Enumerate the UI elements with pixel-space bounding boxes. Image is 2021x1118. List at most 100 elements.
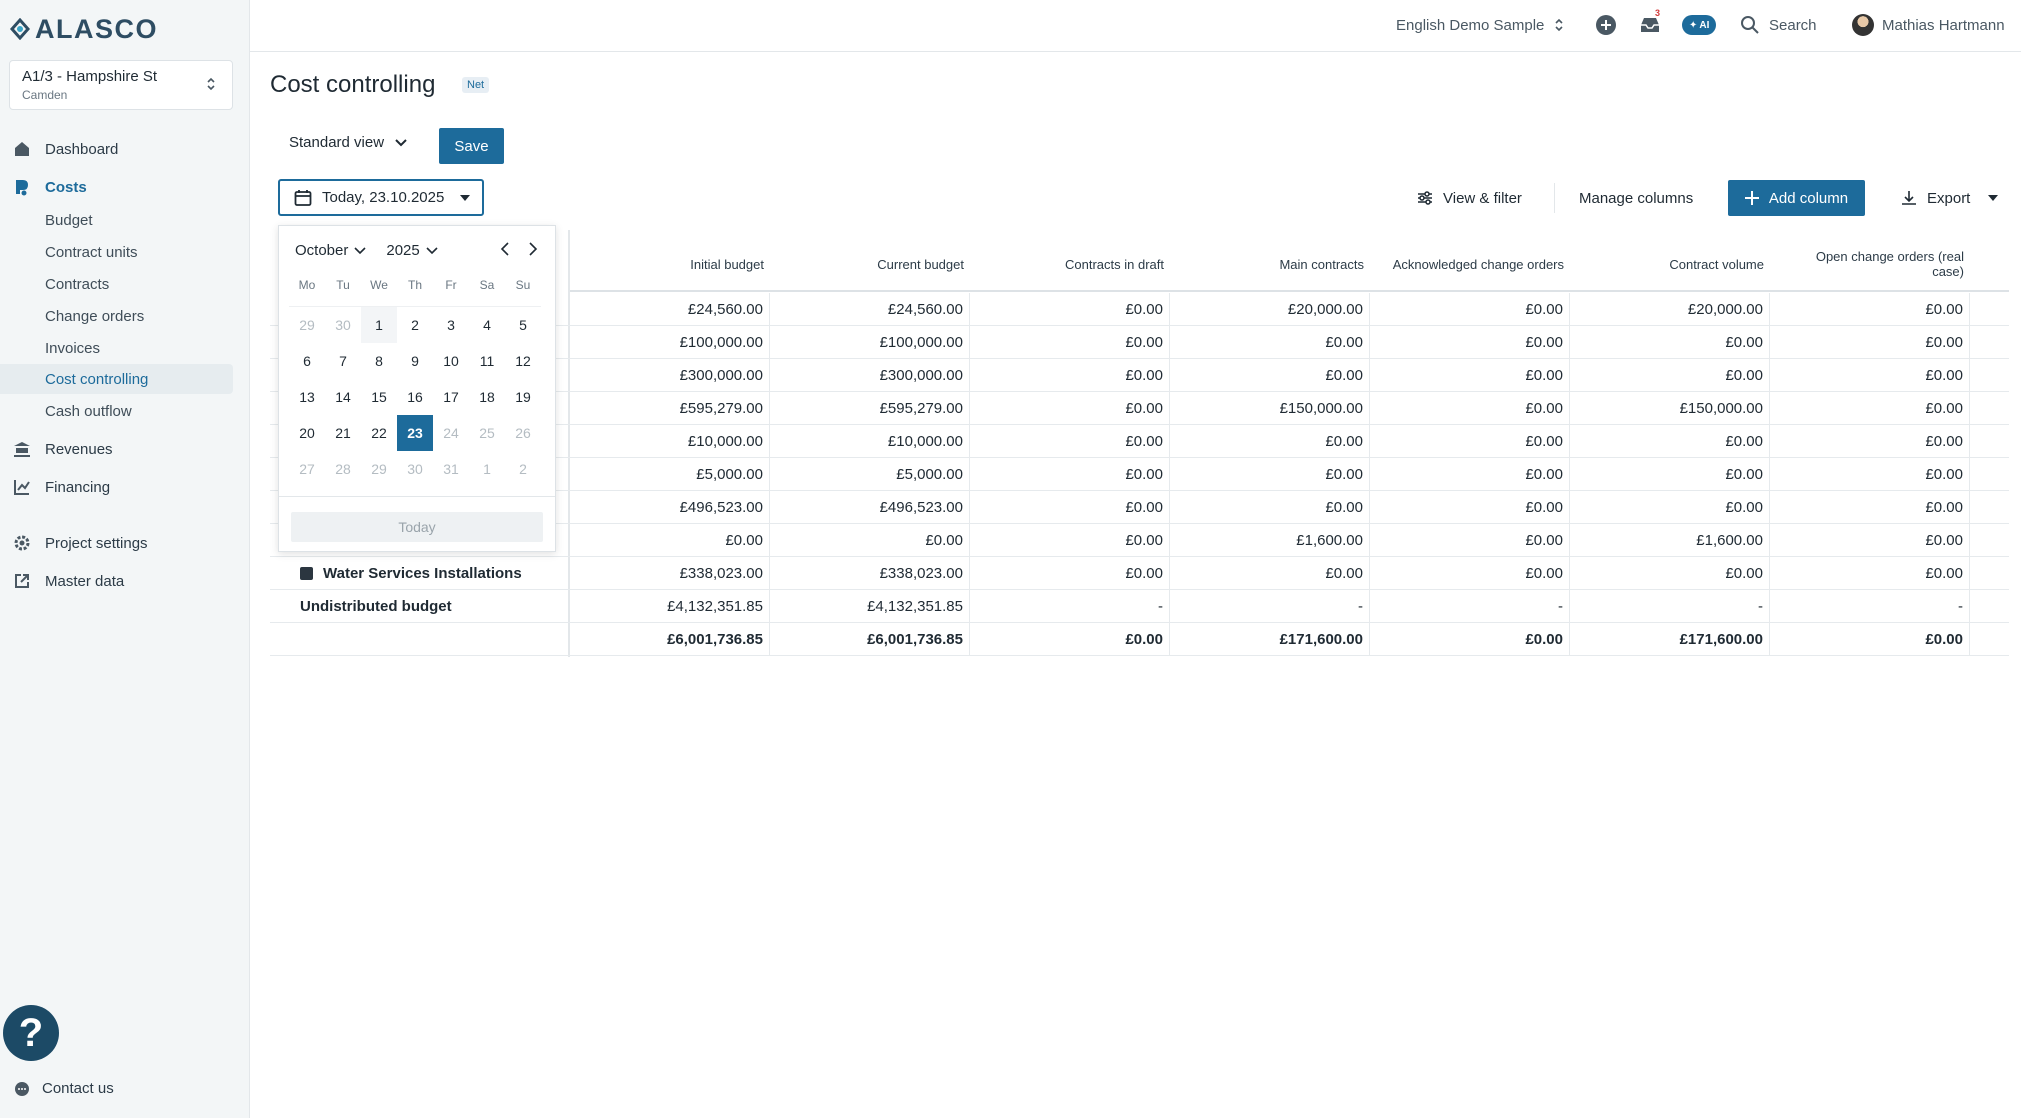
calendar-day[interactable]: 16 bbox=[397, 379, 433, 415]
calendar-day[interactable]: 20 bbox=[289, 415, 325, 451]
sidebar-item-project-settings[interactable]: Project settings bbox=[0, 528, 250, 558]
workspace-selector[interactable]: English Demo Sample bbox=[1396, 12, 1564, 38]
calendar-day[interactable]: 3 bbox=[433, 307, 469, 343]
sidebar-item-label: Cost controlling bbox=[45, 370, 149, 388]
table-cell: £0.00 bbox=[1570, 359, 1770, 391]
calendar-day[interactable]: 12 bbox=[505, 343, 541, 379]
column-header-acknowledged-change-orders[interactable]: Acknowledged change orders bbox=[1370, 238, 1570, 290]
contact-us-link[interactable]: Contact us bbox=[14, 1080, 114, 1097]
sidebar-item-contracts[interactable]: Contracts bbox=[0, 269, 250, 299]
calendar-day[interactable]: 22 bbox=[361, 415, 397, 451]
calendar-day[interactable]: 7 bbox=[325, 343, 361, 379]
sidebar-item-invoices[interactable]: Invoices bbox=[0, 333, 250, 363]
view-selector[interactable]: Standard view bbox=[289, 134, 408, 151]
chevron-left-icon[interactable] bbox=[499, 242, 511, 256]
help-button[interactable]: ? bbox=[3, 1005, 59, 1061]
calendar-day[interactable]: 6 bbox=[289, 343, 325, 379]
sidebar-item-revenues[interactable]: Revenues bbox=[0, 434, 250, 464]
manage-columns-button[interactable]: Manage columns bbox=[1579, 186, 1693, 210]
table-cell: £0.00 bbox=[1170, 491, 1370, 523]
sidebar-item-master-data[interactable]: Master data bbox=[0, 566, 250, 596]
sidebar-item-costs[interactable]: Costs bbox=[0, 172, 250, 202]
save-button[interactable]: Save bbox=[439, 128, 504, 164]
logo-text: ALASCO bbox=[35, 13, 158, 44]
add-column-button[interactable]: Add column bbox=[1728, 180, 1865, 216]
chevron-right-icon[interactable] bbox=[527, 242, 539, 256]
table-cell: £100,000.00 bbox=[570, 326, 770, 358]
table-cell: £0.00 bbox=[970, 326, 1170, 358]
column-header-current-budget[interactable]: Current budget bbox=[770, 238, 970, 290]
table-total-row[interactable]: £6,001,736.85 £6,001,736.85 £0.00 £171,600.… bbox=[270, 623, 2009, 656]
table-cell: £0.00 bbox=[970, 524, 1170, 556]
sidebar-item-change-orders[interactable]: Change orders bbox=[0, 301, 250, 331]
calendar-day[interactable]: 1 bbox=[361, 307, 397, 343]
date-picker-nav bbox=[499, 242, 539, 256]
calendar-day[interactable]: 11 bbox=[469, 343, 505, 379]
calendar-day[interactable]: 15 bbox=[361, 379, 397, 415]
table-cell: £0.00 bbox=[1770, 458, 1970, 490]
table-cell: £0.00 bbox=[1370, 557, 1570, 589]
table-cell: £0.00 bbox=[970, 458, 1170, 490]
search-button[interactable]: Search bbox=[1740, 12, 1817, 38]
date-picker-button[interactable]: Today, 23.10.2025 bbox=[278, 179, 484, 216]
sidebar-item-financing[interactable]: Financing bbox=[0, 472, 250, 502]
calendar-day[interactable]: 4 bbox=[469, 307, 505, 343]
sliders-icon bbox=[1418, 191, 1432, 205]
sidebar-item-dashboard[interactable]: Dashboard bbox=[0, 134, 250, 164]
sidebar-item-cash-outflow[interactable]: Cash outflow bbox=[0, 396, 250, 426]
view-filter-button[interactable]: View & filter bbox=[1417, 186, 1522, 210]
calendar-day[interactable]: 9 bbox=[397, 343, 433, 379]
column-header-contract-volume[interactable]: Contract volume bbox=[1570, 238, 1770, 290]
project-selector[interactable]: A1/3 - Hampshire St Camden bbox=[9, 60, 233, 110]
table-row[interactable]: Undistributed budget £4,132,351.85 £4,132,… bbox=[270, 590, 2009, 623]
topbar: English Demo Sample 3 ✦ AI Search Mathias… bbox=[250, 0, 2021, 52]
today-button[interactable]: Today bbox=[291, 512, 543, 542]
table-cell: - bbox=[1370, 590, 1570, 622]
table-cell: £0.00 bbox=[1770, 293, 1970, 325]
calendar-day[interactable]: 19 bbox=[505, 379, 541, 415]
column-header-open-change-orders[interactable]: Open change orders (real case) bbox=[1770, 238, 1970, 290]
table-row[interactable]: Water Services Installations £338,023.00 £… bbox=[270, 557, 2009, 590]
calendar-day[interactable]: 5 bbox=[505, 307, 541, 343]
toolbar-divider bbox=[1554, 183, 1555, 213]
weekday-header: Mo Tu We Th Fr Sa Su bbox=[289, 278, 541, 292]
calendar-day: 29 bbox=[371, 461, 387, 477]
calendar-day[interactable]: 23 bbox=[397, 415, 433, 451]
table-cell: £0.00 bbox=[1370, 392, 1570, 424]
sidebar-item-contract-units[interactable]: Contract units bbox=[0, 237, 250, 267]
calendar-day[interactable]: 13 bbox=[289, 379, 325, 415]
calendar-day[interactable]: 10 bbox=[433, 343, 469, 379]
column-header-contracts-in-draft[interactable]: Contracts in draft bbox=[970, 238, 1170, 290]
user-menu[interactable]: Mathias Hartmann bbox=[1852, 12, 2005, 38]
row-label: Undistributed budget bbox=[300, 590, 452, 622]
sidebar-item-cost-controlling[interactable]: Cost controlling bbox=[0, 364, 233, 394]
calendar-day[interactable]: 17 bbox=[433, 379, 469, 415]
calendar-day[interactable]: 21 bbox=[325, 415, 361, 451]
sidebar-item-label: Contract units bbox=[45, 243, 138, 261]
table-cell: £10,000.00 bbox=[770, 425, 970, 457]
month-select[interactable]: October bbox=[295, 242, 366, 259]
ai-button[interactable]: ✦ AI bbox=[1682, 12, 1717, 38]
table-cell: £0.00 bbox=[1370, 623, 1570, 655]
table-cell: £0.00 bbox=[1170, 557, 1370, 589]
calendar-icon bbox=[294, 189, 312, 206]
sidebar-item-label: Change orders bbox=[45, 307, 145, 325]
date-label: Today, 23.10.2025 bbox=[322, 189, 445, 206]
calendar-day[interactable]: 2 bbox=[397, 307, 433, 343]
year-select[interactable]: 2025 bbox=[386, 242, 438, 259]
sidebar-item-budget[interactable]: Budget bbox=[0, 205, 250, 235]
column-header-main-contracts[interactable]: Main contracts bbox=[1170, 238, 1370, 290]
inbox-icon bbox=[1641, 18, 1659, 32]
column-header-initial-budget[interactable]: Initial budget bbox=[570, 238, 770, 290]
table-cell: £0.00 bbox=[1170, 425, 1370, 457]
table-cell: £595,279.00 bbox=[770, 392, 970, 424]
add-button[interactable] bbox=[1596, 12, 1616, 38]
export-button[interactable]: Export bbox=[1901, 186, 1999, 210]
notifications-button[interactable]: 3 bbox=[1640, 8, 1660, 38]
date-picker-popover: October 2025 Mo Tu We Th Fr Sa Su 29 30 1 2 3 4 5 6 7 8… bbox=[278, 225, 556, 552]
alasco-logo[interactable]: ALASCO bbox=[9, 14, 158, 44]
calendar-day[interactable]: 18 bbox=[469, 379, 505, 415]
calendar-day[interactable]: 14 bbox=[325, 379, 361, 415]
calendar-day[interactable]: 8 bbox=[361, 343, 397, 379]
table-cell: - bbox=[1170, 590, 1370, 622]
